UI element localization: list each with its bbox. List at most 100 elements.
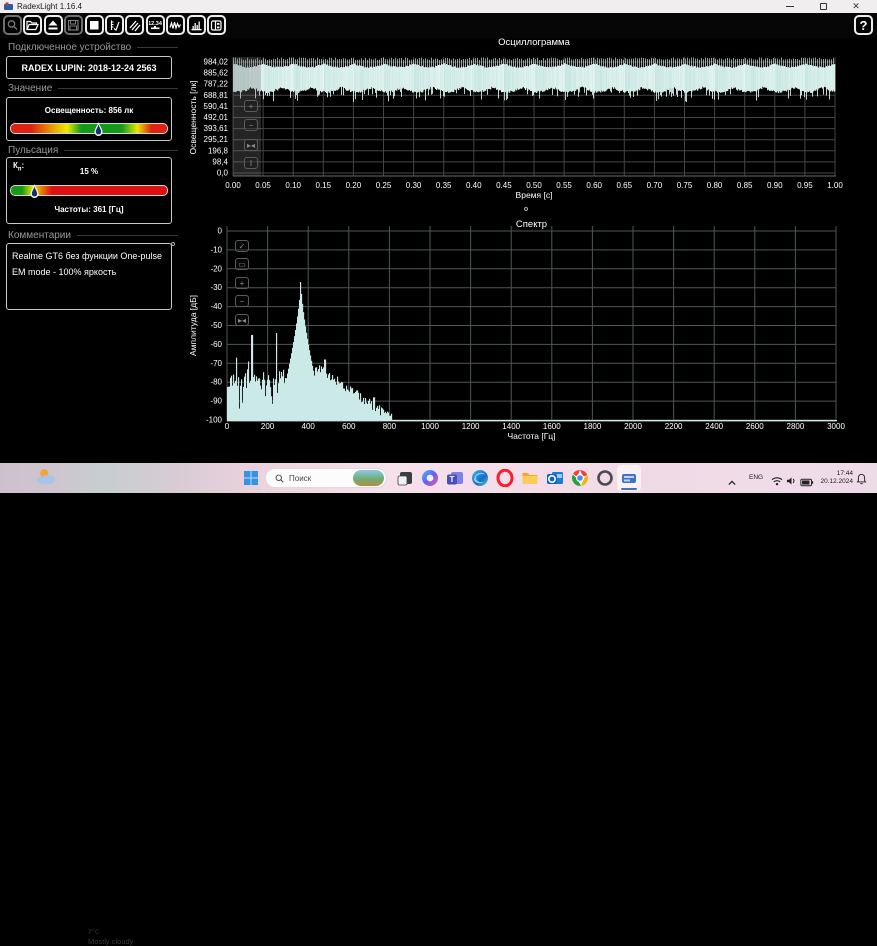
help-button[interactable]: ? <box>854 15 873 35</box>
layout-view-icon <box>210 19 223 32</box>
zoom-out-chart-button[interactable]: − <box>235 295 249 307</box>
svg-text:0.50: 0.50 <box>526 181 542 190</box>
fit-chart-button[interactable]: ▸◂ <box>235 314 249 326</box>
numeric-display-icon: 12.34 <box>149 19 162 32</box>
box-zoom-chart-button[interactable]: ▭ <box>235 258 249 270</box>
numeric-display-button[interactable]: 12.34 <box>146 15 165 35</box>
taskbar-app-teams[interactable]: T <box>444 467 466 489</box>
svg-text:-10: -10 <box>210 245 222 254</box>
screen: RadexLight 1.16.4 ✕ ? 12.34 Подключенное… <box>0 0 877 493</box>
start-button[interactable] <box>240 467 262 489</box>
zoom-out-chart-button[interactable]: − <box>244 119 258 131</box>
volume-icon[interactable] <box>786 473 797 491</box>
svg-text:1800: 1800 <box>584 422 602 431</box>
svg-text:2800: 2800 <box>787 422 805 431</box>
svg-text:3000: 3000 <box>827 422 845 431</box>
svg-text:0: 0 <box>225 422 230 431</box>
svg-text:Амплитуда [дБ]: Амплитуда [дБ] <box>188 295 198 356</box>
taskbar-app-task-view[interactable] <box>394 467 416 489</box>
svg-text:0.00: 0.00 <box>225 181 241 190</box>
search-highlight-thumbnail <box>353 470 384 486</box>
svg-text:0.35: 0.35 <box>436 181 452 190</box>
pulse-meter-button[interactable] <box>105 15 124 35</box>
svg-text:0.70: 0.70 <box>647 181 663 190</box>
svg-text:1000: 1000 <box>421 422 439 431</box>
spectrum-view-icon <box>190 19 203 32</box>
charts: 984,02885,62787,22688,81590,41492,01393,… <box>0 38 877 463</box>
svg-text:492,01: 492,01 <box>204 113 229 122</box>
weather-widget[interactable] <box>36 467 58 491</box>
svg-text:984,02: 984,02 <box>204 58 229 67</box>
save-button[interactable] <box>64 15 83 35</box>
tray-time: 17:44 <box>815 470 853 478</box>
svg-text:0.65: 0.65 <box>617 181 633 190</box>
svg-text:800: 800 <box>383 422 397 431</box>
svg-text:590,41: 590,41 <box>204 102 229 111</box>
spectrum-view-button[interactable] <box>187 15 206 35</box>
oscillogram-view-button[interactable] <box>166 15 185 35</box>
taskbar-app-ring-app[interactable] <box>594 467 616 489</box>
fit-chart-button[interactable]: ▸◂ <box>244 139 258 151</box>
svg-text:0.85: 0.85 <box>737 181 753 190</box>
svg-text:787,22: 787,22 <box>204 80 229 89</box>
maximize-button[interactable] <box>816 0 830 13</box>
close-button[interactable]: ✕ <box>849 0 863 13</box>
stop-icon <box>88 19 101 32</box>
eject-button[interactable] <box>44 15 63 35</box>
taskbar-app-explorer[interactable] <box>519 467 541 489</box>
svg-text:688,81: 688,81 <box>204 91 229 100</box>
zoom-in-chart-button[interactable]: + <box>235 277 249 289</box>
svg-text:-50: -50 <box>210 321 222 330</box>
svg-text:0.25: 0.25 <box>376 181 392 190</box>
svg-text:0: 0 <box>218 227 223 236</box>
open-file-icon <box>26 19 39 32</box>
taskbar-app-chrome[interactable] <box>569 467 591 489</box>
taskbar-app-copilot[interactable] <box>419 467 441 489</box>
layout-view-button[interactable] <box>207 15 226 35</box>
tray-language[interactable]: ENG <box>749 474 763 481</box>
search-box[interactable]: Поиск <box>265 468 387 488</box>
select-chart-button[interactable]: ✓ <box>235 240 249 252</box>
svg-text:2200: 2200 <box>665 422 683 431</box>
svg-text:0.05: 0.05 <box>255 181 271 190</box>
minimize-button[interactable] <box>783 0 797 13</box>
chrome-icon <box>571 469 589 487</box>
waves-button[interactable] <box>125 15 144 35</box>
taskbar-app-edge[interactable] <box>469 467 491 489</box>
svg-text:0.40: 0.40 <box>466 181 482 190</box>
svg-text:Время [с]: Время [с] <box>516 190 553 200</box>
open-file-button[interactable] <box>23 15 42 35</box>
svg-text:-30: -30 <box>210 283 222 292</box>
stop-button[interactable] <box>85 15 104 35</box>
chart-splitter-grip[interactable] <box>524 207 528 211</box>
clock[interactable]: 17:44 20.12.2024 <box>815 470 853 486</box>
svg-text:600: 600 <box>342 422 356 431</box>
tray-chevron-icon[interactable] <box>727 474 737 492</box>
wifi-icon[interactable] <box>771 473 783 491</box>
weather-temp: 7°C <box>88 928 133 937</box>
svg-text:98,4: 98,4 <box>212 157 228 166</box>
taskbar-app-radexlight[interactable] <box>617 465 641 491</box>
svg-text:0,0: 0,0 <box>217 169 229 178</box>
svg-text:0.60: 0.60 <box>586 181 602 190</box>
svg-text:1.00: 1.00 <box>827 181 843 190</box>
title-bar: RadexLight 1.16.4 ✕ <box>0 0 877 13</box>
battery-icon[interactable] <box>800 474 814 492</box>
search-device-button[interactable] <box>3 15 22 35</box>
waves-icon <box>128 19 141 32</box>
taskbar-app-opera[interactable] <box>494 467 516 489</box>
svg-text:-70: -70 <box>210 359 222 368</box>
taskbar-app-outlook[interactable] <box>544 467 566 489</box>
svg-text:-100: -100 <box>206 416 223 425</box>
edge-icon <box>471 469 489 487</box>
task-view-icon <box>396 469 414 487</box>
svg-text:0.20: 0.20 <box>346 181 362 190</box>
svg-text:0.10: 0.10 <box>285 181 301 190</box>
cursor-chart-button[interactable]: I <box>244 157 258 169</box>
notification-bell-icon[interactable] <box>856 472 867 490</box>
svg-text:196,8: 196,8 <box>208 146 229 155</box>
zoom-in-chart-button[interactable]: + <box>244 100 258 112</box>
svg-text:1200: 1200 <box>462 422 480 431</box>
svg-text:295,21: 295,21 <box>204 135 229 144</box>
svg-text:Частота [Гц]: Частота [Гц] <box>507 431 555 441</box>
